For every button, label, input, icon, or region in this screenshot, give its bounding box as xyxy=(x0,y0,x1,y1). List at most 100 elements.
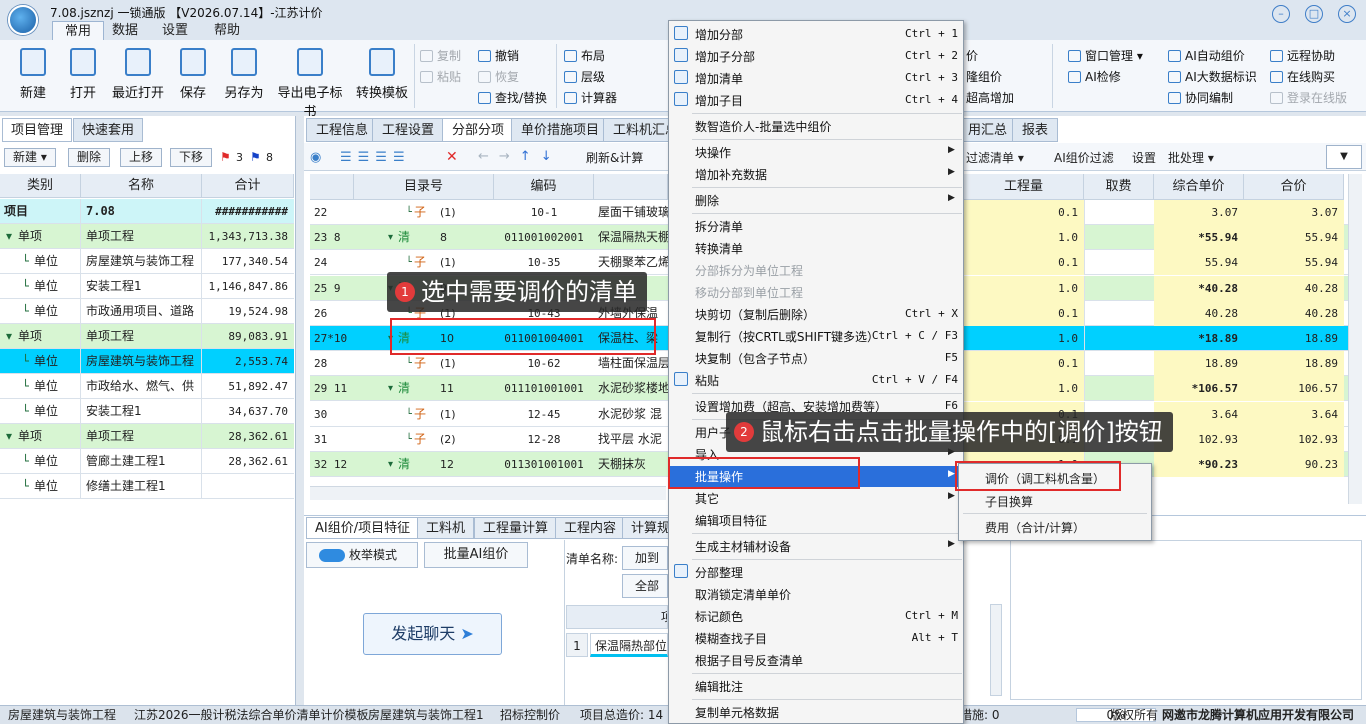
menu-item[interactable]: 分部整理 xyxy=(695,564,743,581)
detail-tab[interactable]: 工程内容 xyxy=(555,517,626,539)
eye-icon[interactable]: ◉ xyxy=(310,150,321,165)
main-tab[interactable]: 分部分项 xyxy=(442,118,515,142)
tree-toggle-icon[interactable]: ▾ xyxy=(6,424,12,449)
collab-button[interactable]: 协同编制 xyxy=(1168,89,1233,106)
tree-toggle-icon[interactable]: ▾ xyxy=(6,324,12,349)
menu-item[interactable]: 删除 xyxy=(695,192,719,209)
tree-row[interactable]: └ 单位 安装工程1 1,146,847.86 xyxy=(0,274,294,299)
tree-row[interactable]: └ 单位 市政通用项目、道路 19,524.98 xyxy=(0,299,294,324)
ai-check-button[interactable]: AI检修 xyxy=(1068,68,1121,85)
login-online-button[interactable]: 登录在线版 xyxy=(1270,89,1347,106)
menu-item[interactable]: 块操作 xyxy=(695,144,731,161)
detail-tab[interactable]: 工程量计算 xyxy=(474,517,558,539)
delete-icon[interactable]: ✕ xyxy=(446,149,458,165)
tree-row[interactable]: └ 单位 修缮土建工程1 xyxy=(0,474,294,499)
menu-item[interactable]: 编辑项目特征 xyxy=(695,512,767,529)
new-button[interactable]: 新建 xyxy=(14,48,52,101)
main-tab[interactable]: 工程信息 xyxy=(306,118,379,142)
batch-process-button[interactable]: 批处理 ▾ xyxy=(1168,149,1214,166)
col-header-no[interactable] xyxy=(310,174,354,200)
menu-item[interactable]: 增加子分部 xyxy=(695,48,755,65)
menu-item[interactable]: 块剪切（复制后删除） xyxy=(695,306,815,323)
tree-toggle-icon[interactable]: └ xyxy=(22,349,29,374)
filter-list-button[interactable]: 过滤清单 ▾ xyxy=(966,149,1024,166)
menu-item[interactable]: 移动分部到单位工程 xyxy=(695,284,803,301)
refresh-calc-button[interactable]: 刷新&计算 xyxy=(586,149,643,166)
col-header-dir[interactable]: 目录号 xyxy=(354,174,494,200)
window-manage-button[interactable]: 窗口管理 ▾ xyxy=(1068,47,1143,64)
ai-auto-price-button[interactable]: AI自动组价 xyxy=(1168,47,1245,64)
menu-tab-shezhi[interactable]: 设置 xyxy=(150,21,200,40)
col-header-qty[interactable]: 工程量 xyxy=(964,174,1084,200)
maximize-icon[interactable]: □ xyxy=(1305,5,1323,23)
blue-flag-icon[interactable]: ⚑ xyxy=(250,150,261,164)
save-button[interactable]: 保存 xyxy=(176,48,210,101)
menu-item[interactable]: 增加清单 xyxy=(695,70,743,87)
recent-open-button[interactable]: 最近打开 xyxy=(110,48,166,101)
minimize-icon[interactable]: – xyxy=(1272,5,1290,23)
menu-item[interactable]: 转换清单 xyxy=(695,240,743,257)
menu-tab-bangzhu[interactable]: 帮助 xyxy=(202,21,252,40)
main-tab[interactable]: 工程设置 xyxy=(372,118,445,142)
red-flag-icon[interactable]: ⚑ xyxy=(220,150,231,164)
tree-toggle-icon[interactable]: └ xyxy=(22,274,29,299)
save-as-button[interactable]: 另存为 xyxy=(222,48,266,101)
arrow-icons[interactable]: ←→↑↓ xyxy=(478,149,562,164)
desc-scrollbar[interactable] xyxy=(990,604,1002,696)
find-replace-button[interactable]: 查找/替换 xyxy=(478,89,547,106)
menu-item[interactable]: 粘贴 xyxy=(695,372,719,389)
desc-textbox[interactable] xyxy=(1010,540,1362,700)
main-tab[interactable]: 单价措施项目 xyxy=(511,118,610,142)
main-tab[interactable]: 用汇总 xyxy=(958,118,1018,142)
horizontal-scrollbar[interactable] xyxy=(310,486,666,500)
export-bid-button[interactable]: 导出电子标书 xyxy=(272,48,348,120)
menu-item[interactable]: 其它 xyxy=(695,490,719,507)
batch-ai-price-button[interactable]: 批量AI组价 xyxy=(424,542,528,568)
tree-toggle-icon[interactable]: └ xyxy=(22,299,29,324)
tree-toggle-icon[interactable]: └ xyxy=(22,374,29,399)
redo-button[interactable]: 恢复 xyxy=(478,68,519,85)
menu-item[interactable]: 复制行（按CRTL或SHIFT键多选） xyxy=(695,328,879,345)
menu-item[interactable]: 根据子目号反查清单 xyxy=(695,652,803,669)
col-header-sum[interactable]: 合价 xyxy=(1244,174,1344,200)
list-row-item[interactable]: 保温隔热部位 xyxy=(590,633,668,657)
col-header-unit-price[interactable]: 综合单价 xyxy=(1154,174,1244,200)
menu-item[interactable]: 分部拆分为单位工程 xyxy=(695,262,803,279)
undo-button[interactable]: 撤销 xyxy=(478,47,519,64)
menu-item[interactable]: 增加分部 xyxy=(695,26,743,43)
menu-item[interactable]: 拆分清单 xyxy=(695,218,743,235)
paste-button[interactable]: 粘贴 xyxy=(420,68,461,85)
expand-icon[interactable]: ▾ xyxy=(388,452,393,477)
menu-item[interactable]: 数智造价人-批量选中组价 xyxy=(695,118,831,135)
menu-item[interactable]: 生成主材辅材设备 xyxy=(695,538,791,555)
tree-toggle-icon[interactable]: └ xyxy=(22,474,29,499)
clone-price-button[interactable]: 隆组价 xyxy=(966,68,1002,85)
detail-tab[interactable]: AI组价/项目特征 xyxy=(306,517,420,539)
tree-row[interactable]: └ 单位 房屋建筑与装饰工程 177,340.54 xyxy=(0,249,294,274)
enum-mode-toggle[interactable]: 枚举模式 xyxy=(306,542,418,568)
expand-icon[interactable]: ▾ xyxy=(388,225,393,250)
col-header-total[interactable]: 合计 xyxy=(202,174,294,198)
tree-row[interactable]: ▾ 单项 单项工程 1,343,713.38 xyxy=(0,224,294,249)
menu-item[interactable]: 模糊查找子目 xyxy=(695,630,767,647)
vertical-scrollbar[interactable] xyxy=(1348,174,1362,504)
col-header-type[interactable]: 类别 xyxy=(0,174,81,198)
price-button[interactable]: 价 xyxy=(966,47,978,64)
open-button[interactable]: 打开 xyxy=(64,48,102,101)
menu-tab-shuju[interactable]: 数据 xyxy=(100,21,150,40)
submenu-fee[interactable]: 费用（合计/计算） xyxy=(985,519,1085,536)
menu-item[interactable]: 增加补充数据 xyxy=(695,166,767,183)
calculator-button[interactable]: 计算器 xyxy=(564,89,617,106)
tree-row[interactable]: ▾项目7.08########### xyxy=(0,199,294,224)
tree-row[interactable]: └ 单位 安装工程1 34,637.70 xyxy=(0,399,294,424)
col-header-name-main[interactable] xyxy=(594,174,668,200)
menu-item[interactable]: 块复制（包含子节点） xyxy=(695,350,815,367)
col-header-fee[interactable]: 取费 xyxy=(1084,174,1154,200)
tree-row[interactable]: └ 单位 管廊土建工程1 28,362.61 xyxy=(0,449,294,474)
tree-toggle-icon[interactable]: └ xyxy=(22,249,29,274)
level-button[interactable]: 层级 xyxy=(564,68,605,85)
left-new-button[interactable]: 新建 ▾ xyxy=(4,148,56,167)
ai-filter-button[interactable]: AI组价过滤 xyxy=(1054,149,1114,166)
start-chat-button[interactable]: 发起聊天 ➤ xyxy=(363,613,502,655)
move-down-button[interactable]: 下移 xyxy=(170,148,213,167)
